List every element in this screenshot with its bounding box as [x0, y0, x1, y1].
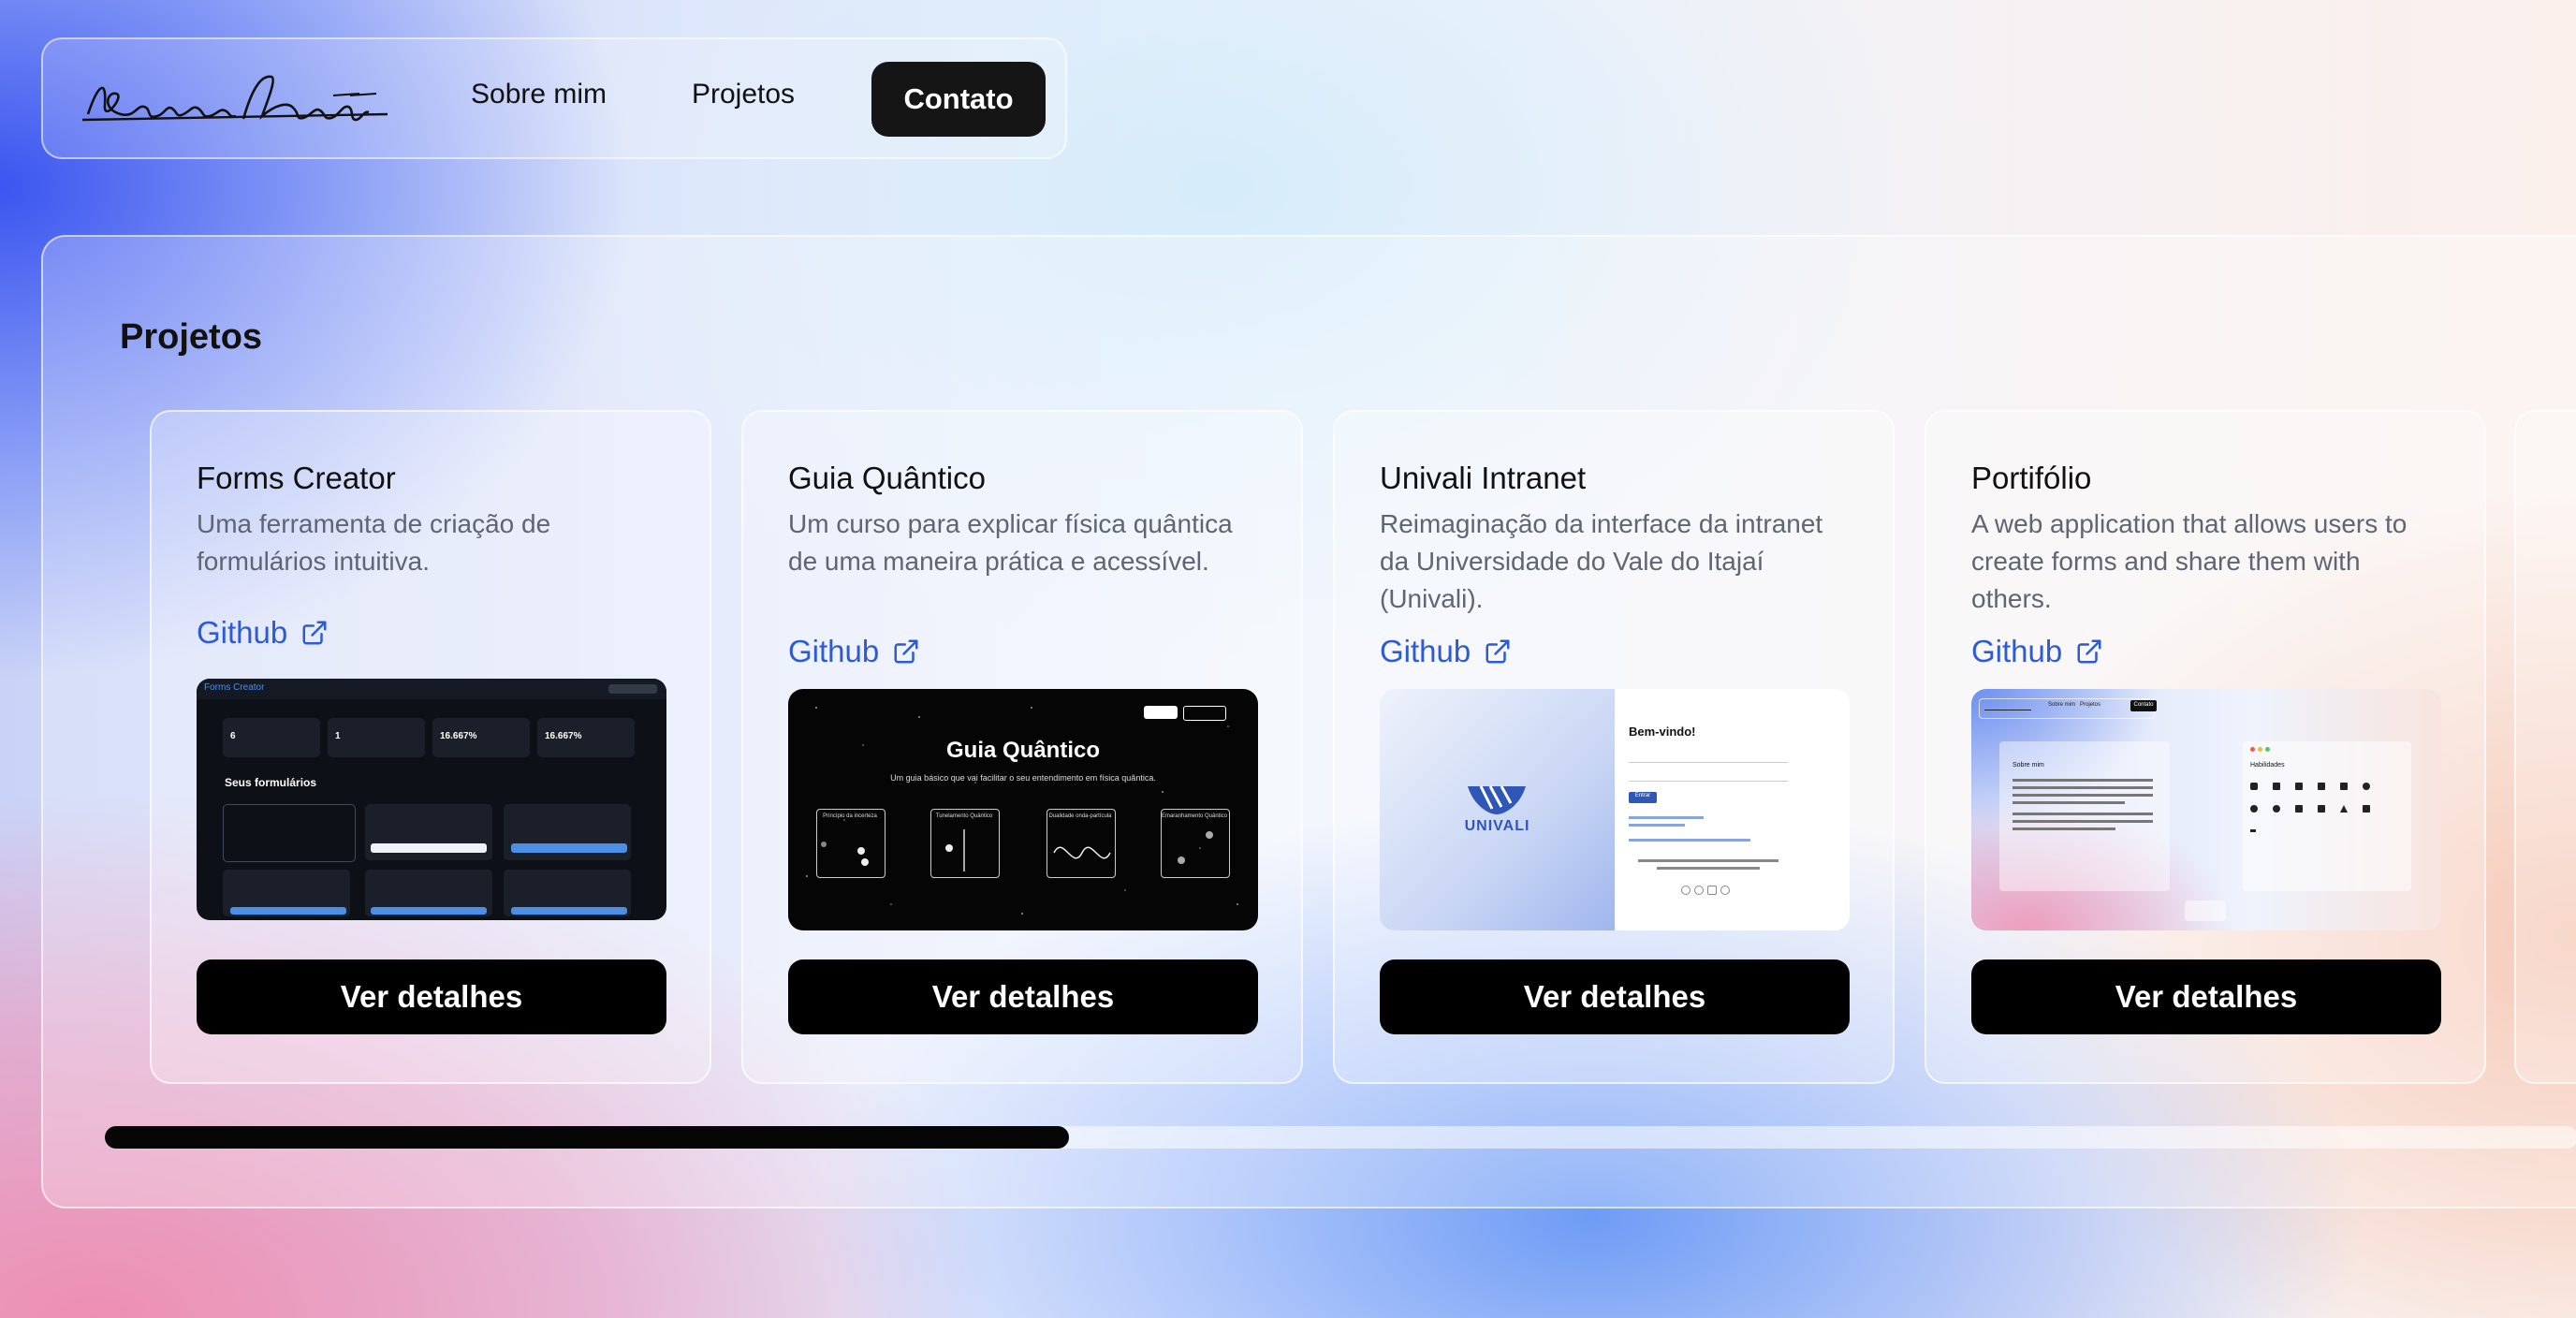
quantum-illustrations: [821, 829, 1213, 871]
card-title: Portifólio: [1971, 461, 2092, 495]
ver-detalhes-button[interactable]: Ver detalhes: [788, 959, 1258, 1034]
univali-logo-icon: [1468, 785, 1526, 814]
skills-icons-grid: [2250, 783, 2370, 832]
project-thumbnail-univali[interactable]: UNIVALI Bem-vindo! Entrar: [1380, 689, 1850, 930]
thumb-welcome: Bem-vindo!: [1629, 725, 1696, 739]
thumb-nav-link: Sobre mim: [2048, 702, 2076, 708]
github-link[interactable]: Github: [788, 634, 920, 669]
github-link[interactable]: Github: [1971, 634, 2103, 669]
thumb-section-title: Seus formulários: [225, 776, 317, 789]
external-link-icon: [302, 621, 327, 645]
project-card-next-partial[interactable]: [2514, 410, 2576, 1084]
projects-section: Projetos Forms Creator Uma ferramenta de…: [41, 235, 2576, 1208]
github-link-label: Github: [1380, 634, 1471, 668]
card-title: Forms Creator: [197, 461, 396, 495]
project-card-forms-creator: Forms Creator Uma ferramenta de criação …: [150, 410, 711, 1084]
top-navigation: Sobre mim Projetos Contato: [41, 37, 1067, 159]
thumb-left-title: Sobre mim: [2012, 762, 2044, 769]
thumb-stat: 6: [230, 731, 236, 741]
thumb-login-button: Entrar: [1634, 793, 1651, 798]
ver-detalhes-button[interactable]: Ver detalhes: [1971, 959, 2441, 1034]
github-link[interactable]: Github: [197, 615, 329, 651]
github-link-label: Github: [197, 615, 288, 650]
card-title: Guia Quântico: [788, 461, 986, 495]
thumb-stat: 16.667%: [440, 731, 477, 741]
github-link-label: Github: [788, 634, 880, 668]
card-description: A web application that allows users to c…: [1971, 509, 2408, 613]
card-title: Univali Intranet: [1380, 461, 1587, 495]
section-title: Projetos: [120, 317, 263, 357]
horizontal-scrollbar-track[interactable]: [105, 1126, 2576, 1149]
project-thumbnail-guia-quantico[interactable]: Guia Quântico Um guia básico que vai fac…: [788, 689, 1258, 930]
thumb-nav-contact: Contato: [2133, 702, 2154, 708]
card-description: Uma ferramenta de criação de formulários…: [197, 509, 551, 576]
project-thumbnail-portfolio[interactable]: Sobre mim Projetos Contato Sobre mim Hab…: [1971, 689, 2441, 930]
contact-button[interactable]: Contato: [871, 62, 1046, 137]
project-card-guia-quantico: Guia Quântico Um curso para explicar fís…: [741, 410, 1303, 1084]
project-thumbnail-forms-creator[interactable]: Forms Creator 6 1 16.667% 16.667% Seus f…: [197, 679, 666, 920]
nav-link-projetos[interactable]: Projetos: [692, 79, 795, 110]
thumb-stat: 1: [335, 731, 341, 741]
horizontal-scrollbar-thumb[interactable]: [105, 1126, 1069, 1149]
thumb-brand: UNIVALI: [1464, 818, 1530, 834]
ver-detalhes-button[interactable]: Ver detalhes: [197, 959, 666, 1034]
external-link-icon: [894, 639, 918, 664]
ver-detalhes-button[interactable]: Ver detalhes: [1380, 959, 1850, 1034]
thumb-stat: 16.667%: [545, 731, 582, 741]
card-description: Reimaginação da interface da intranet da…: [1380, 509, 1823, 613]
project-card-univali-intranet: Univali Intranet Reimaginação da interfa…: [1333, 410, 1895, 1084]
external-link-icon: [2077, 639, 2101, 664]
card-description: Um curso para explicar física quântica d…: [788, 509, 1233, 576]
thumb-right-title: Habilidades: [2250, 762, 2285, 769]
nav-link-sobre-mim[interactable]: Sobre mim: [471, 79, 607, 110]
project-card-portifolio: Portifólio A web application that allows…: [1925, 410, 2486, 1084]
signature-logo[interactable]: [79, 67, 388, 133]
thumb-nav-link: Projetos: [2080, 702, 2101, 708]
github-link-label: Github: [1971, 634, 2063, 668]
thumb-app-name: Forms Creator: [204, 682, 265, 693]
external-link-icon: [1486, 639, 1510, 664]
github-link[interactable]: Github: [1380, 634, 1512, 669]
